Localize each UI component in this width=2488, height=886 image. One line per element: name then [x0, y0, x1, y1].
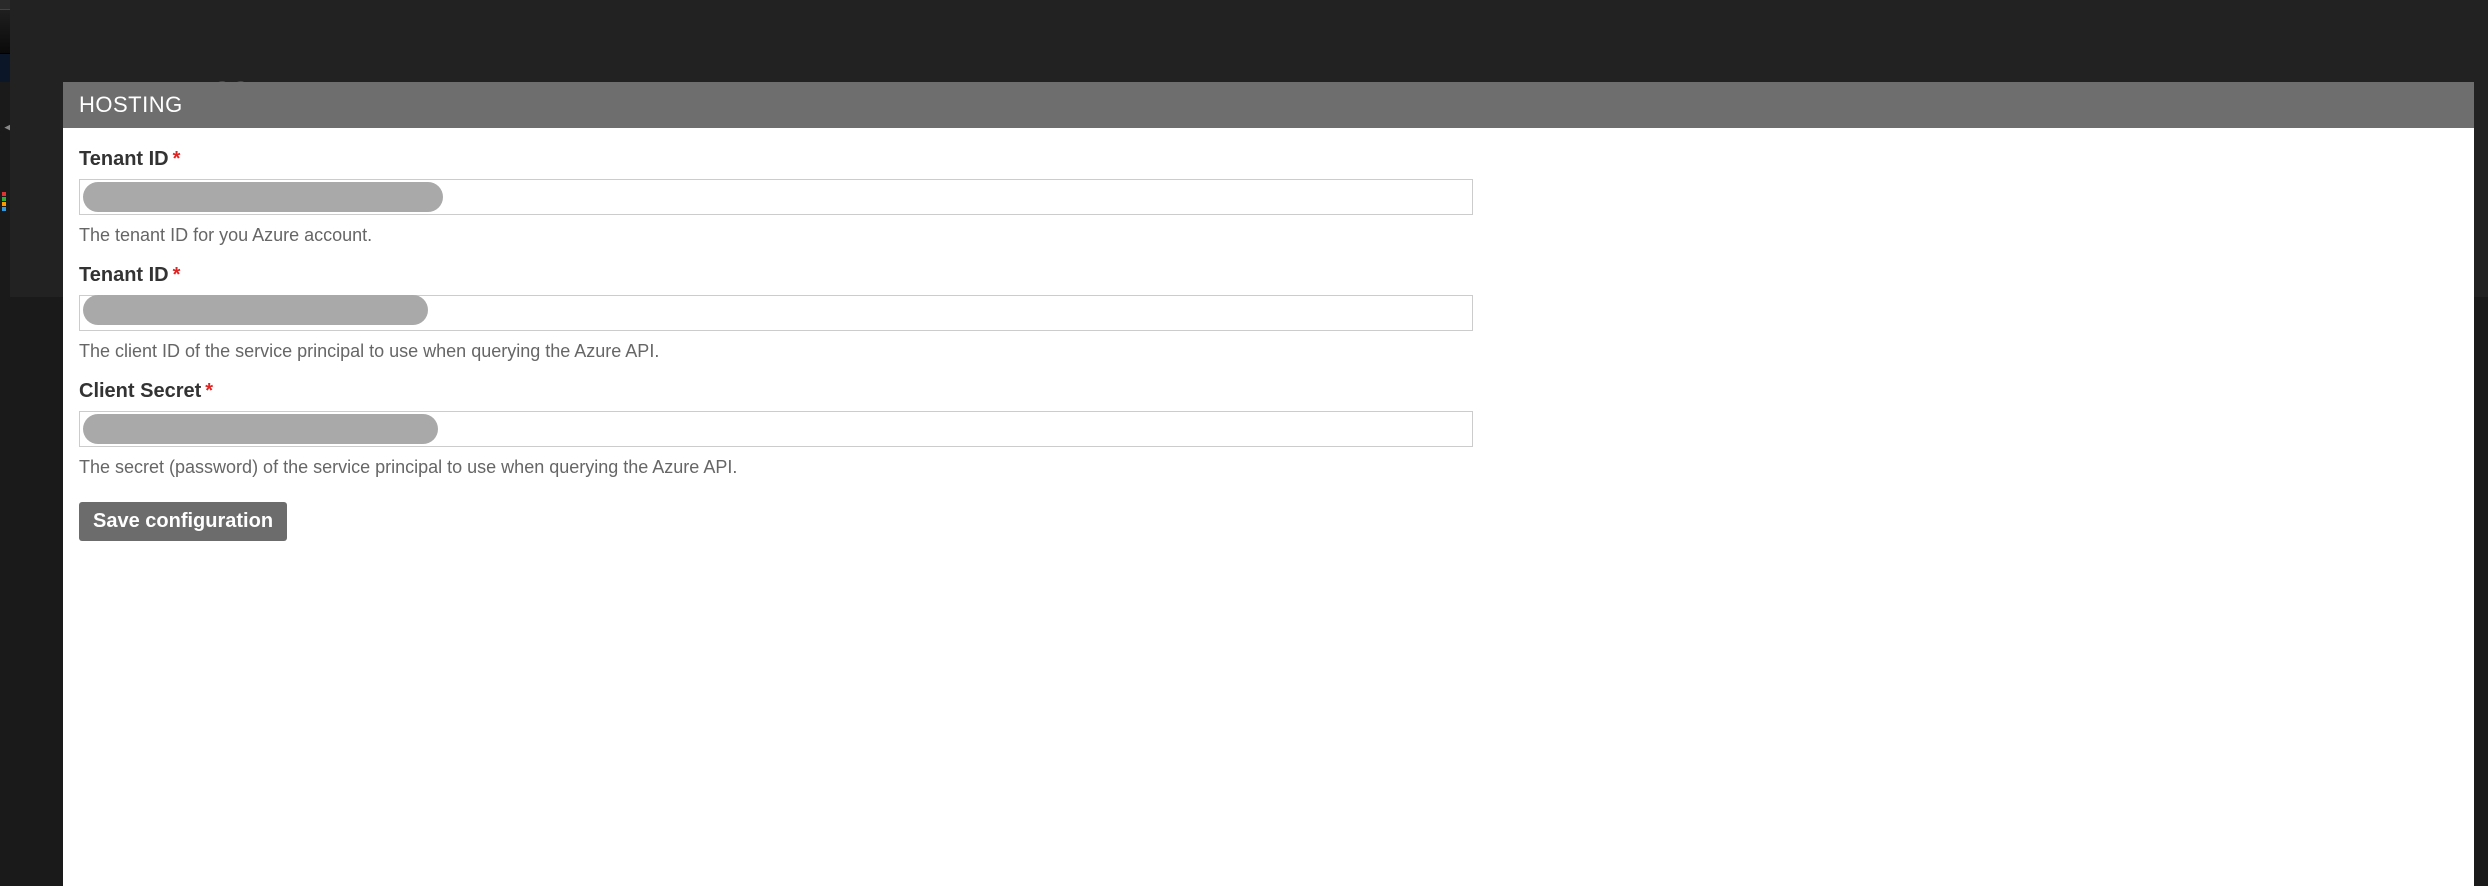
panel-body: Tenant ID* The tenant ID for you Azure a… [63, 128, 2474, 886]
form-row-client-id: Tenant ID* The client ID of the service … [79, 264, 2458, 362]
label-text: Tenant ID [79, 264, 169, 286]
save-configuration-button[interactable]: Save configuration [79, 502, 287, 541]
tenant-id-input[interactable] [79, 179, 1473, 215]
gutter-indicator-dots [2, 192, 6, 211]
field-help-text: The client ID of the service principal t… [79, 341, 2458, 362]
input-wrap [79, 295, 2458, 331]
client-secret-input[interactable] [79, 411, 1473, 447]
form-row-tenant-id: Tenant ID* The tenant ID for you Azure a… [79, 148, 2458, 246]
hosting-settings-panel: HOSTING Tenant ID* The tenant ID for you… [63, 82, 2474, 886]
field-help-text: The tenant ID for you Azure account. [79, 225, 2458, 246]
required-marker: * [169, 148, 181, 170]
field-label: Tenant ID* [79, 148, 2458, 171]
field-label: Client Secret* [79, 380, 2458, 403]
label-text: Client Secret [79, 380, 201, 402]
panel-title: HOSTING [79, 92, 183, 117]
input-wrap [79, 411, 2458, 447]
field-help-text: The secret (password) of the service pri… [79, 457, 2458, 478]
label-text: Tenant ID [79, 148, 169, 170]
left-gutter: ◄ [0, 82, 10, 886]
input-wrap [79, 179, 2458, 215]
form-row-client-secret: Client Secret* The secret (password) of … [79, 380, 2458, 478]
panel-title-bar: HOSTING [63, 82, 2474, 128]
field-label: Tenant ID* [79, 264, 2458, 287]
required-marker: * [169, 264, 181, 286]
client-id-input[interactable] [79, 295, 1473, 331]
required-marker: * [201, 380, 213, 402]
